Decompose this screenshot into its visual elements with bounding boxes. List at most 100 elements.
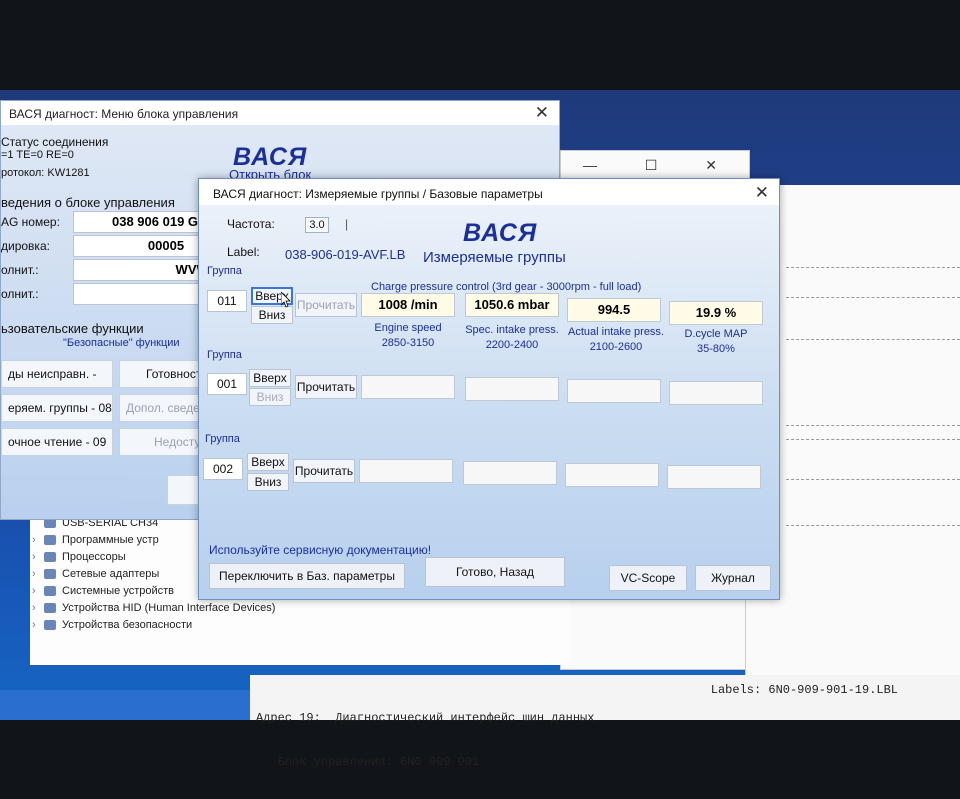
- list-item[interactable]: › Устройства безопасности: [30, 617, 570, 634]
- value-field: [359, 459, 453, 483]
- value-caption: Actual intake press. 2100-2600: [561, 325, 671, 355]
- expand-icon[interactable]: ›: [32, 549, 36, 566]
- single-read-button[interactable]: очное чтение - 09: [1, 428, 113, 456]
- group-label: Группа: [207, 349, 242, 361]
- caption-name: Engine speed: [374, 322, 442, 334]
- value-field: 19.9 %: [669, 301, 763, 325]
- value-field: [465, 377, 559, 401]
- group-number-field[interactable]: 002: [203, 458, 243, 480]
- vag-number-label: AG номер:: [1, 215, 60, 229]
- console-line: Блок управления: 6N0 909 901: [256, 755, 480, 769]
- window-title: ВАСЯ диагност: Меню блока управления: [9, 107, 239, 121]
- expand-icon[interactable]: ›: [32, 583, 36, 600]
- console-line: Адрес 19: Диагностический интерфейс шин …: [256, 711, 595, 725]
- executor2-label: олнит.:: [1, 287, 39, 301]
- switch-basic-params-button[interactable]: Переключить в Баз. параметры: [209, 563, 405, 589]
- label-file: 038-906-019-AVF.LB: [285, 247, 406, 262]
- mouse-cursor-icon: [281, 292, 291, 308]
- executor-label: олнит.:: [1, 263, 39, 277]
- label-key: Label:: [227, 245, 260, 259]
- device-label: Устройства HID (Human Interface Devices): [62, 602, 276, 614]
- caption-name: D.cycle MAP: [684, 328, 748, 340]
- vasya-logo: ВАСЯ: [463, 219, 538, 247]
- fault-codes-button[interactable]: ды неисправн. - 02: [1, 360, 113, 407]
- caption-name: Spec. intake press.: [465, 324, 559, 336]
- executor2-field: [73, 283, 213, 305]
- measuring-groups-window: ВАСЯ диагност: Измеряемые группы / Базов…: [198, 178, 780, 600]
- caption-range: 2100-2600: [589, 341, 643, 353]
- group-label: Группа: [207, 265, 242, 277]
- processor-icon: [44, 552, 56, 562]
- desktop-strip: [0, 690, 260, 720]
- coding-label: дировка:: [1, 239, 50, 253]
- frequency-separator: |: [345, 217, 349, 231]
- read-button[interactable]: Прочитать: [295, 375, 357, 399]
- user-functions-label: ьзовательские функции: [1, 321, 144, 336]
- journal-button[interactable]: Журнал: [695, 565, 771, 591]
- close-icon[interactable]: ✕: [755, 183, 769, 203]
- group-down-button[interactable]: Вниз: [249, 388, 291, 406]
- measuring-groups-button[interactable]: еряем. группы - 08: [1, 394, 113, 422]
- window-body: Частота: 3.0 | Label: 038-906-019-AVF.LB…: [199, 205, 779, 599]
- block-info-label: ведения о блоке управления: [1, 195, 175, 210]
- frequency-label: Частота:: [227, 217, 275, 231]
- device-label: Процессоры: [62, 551, 126, 563]
- device-label: Сетевые адаптеры: [62, 568, 160, 580]
- caption-range: 2200-2400: [485, 339, 539, 351]
- caption-range: 2850-3150: [381, 337, 435, 349]
- group-label: Группа: [205, 433, 240, 445]
- security-device-icon: [44, 620, 56, 630]
- hid-device-icon: [44, 603, 56, 613]
- window-title-bar[interactable]: ВАСЯ диагност: Измеряемые группы / Базов…: [199, 179, 779, 205]
- console-output: Адрес 19: Диагностический интерфейс шин …: [250, 675, 960, 769]
- window-controls[interactable]: — ☐ ✕: [583, 157, 739, 174]
- device-label: Системные устройств: [62, 585, 175, 597]
- value-field: [669, 381, 763, 405]
- value-field: [463, 461, 557, 485]
- system-device-icon: [44, 586, 56, 596]
- frequency-value: 3.0: [305, 217, 329, 233]
- group-number-field[interactable]: 011: [207, 290, 247, 312]
- console-labels: Labels: 6N0-909-901-19.LBL: [710, 683, 898, 697]
- read-button[interactable]: Прочитать: [295, 293, 357, 317]
- value-caption: D.cycle MAP 35-80%: [661, 327, 771, 357]
- expand-icon[interactable]: ›: [32, 532, 36, 549]
- group-up-button[interactable]: Вверх: [247, 453, 289, 471]
- group-description: Charge pressure control (3rd gear - 3000…: [371, 281, 642, 293]
- vc-scope-button[interactable]: VC-Scope: [609, 565, 687, 591]
- protocol-label: ротокол: KW1281: [1, 167, 90, 179]
- group-number-field[interactable]: 001: [207, 373, 247, 395]
- close-icon[interactable]: ✕: [535, 103, 549, 123]
- safe-functions-label: "Безопасные" функции: [63, 337, 180, 349]
- window-subtitle: Измеряемые группы: [423, 249, 566, 266]
- value-field: [667, 465, 761, 489]
- caption-range: 35-80%: [697, 343, 735, 355]
- window-title-bar[interactable]: ВАСЯ диагност: Меню блока управления ✕: [1, 101, 559, 125]
- value-field: 994.5: [567, 298, 661, 322]
- window-title: ВАСЯ диагност: Измеряемые группы / Базов…: [213, 187, 543, 201]
- expand-icon[interactable]: ›: [32, 617, 36, 634]
- group-up-button[interactable]: Вверх: [249, 369, 291, 387]
- group-down-button[interactable]: Вниз: [247, 473, 289, 491]
- connection-status-label: Статус соединения: [1, 135, 109, 149]
- service-hint: Используйте сервисную документацию!: [209, 543, 432, 557]
- value-field: [565, 463, 659, 487]
- caption-name: Actual intake press.: [568, 326, 664, 338]
- done-back-button[interactable]: Готово, Назад: [425, 557, 565, 587]
- value-caption: Engine speed 2850-3150: [353, 321, 463, 351]
- value-field: 1050.6 mbar: [465, 293, 559, 317]
- network-adapter-icon: [44, 569, 56, 579]
- group-down-button[interactable]: Вниз: [251, 306, 293, 324]
- connection-status-line: =1 TE=0 RE=0: [1, 149, 74, 161]
- value-field: [567, 379, 661, 403]
- device-label: Устройства безопасности: [62, 619, 193, 631]
- expand-icon[interactable]: ›: [32, 600, 36, 617]
- value-caption: Spec. intake press. 2200-2400: [457, 323, 567, 353]
- list-item[interactable]: › Устройства HID (Human Interface Devices…: [30, 600, 570, 617]
- read-button[interactable]: Прочитать: [293, 459, 355, 483]
- value-field: [361, 375, 455, 399]
- software-device-icon: [44, 535, 56, 545]
- device-label: Программные устр: [62, 534, 159, 546]
- expand-icon[interactable]: ›: [32, 566, 36, 583]
- value-field: 1008 /min: [361, 293, 455, 317]
